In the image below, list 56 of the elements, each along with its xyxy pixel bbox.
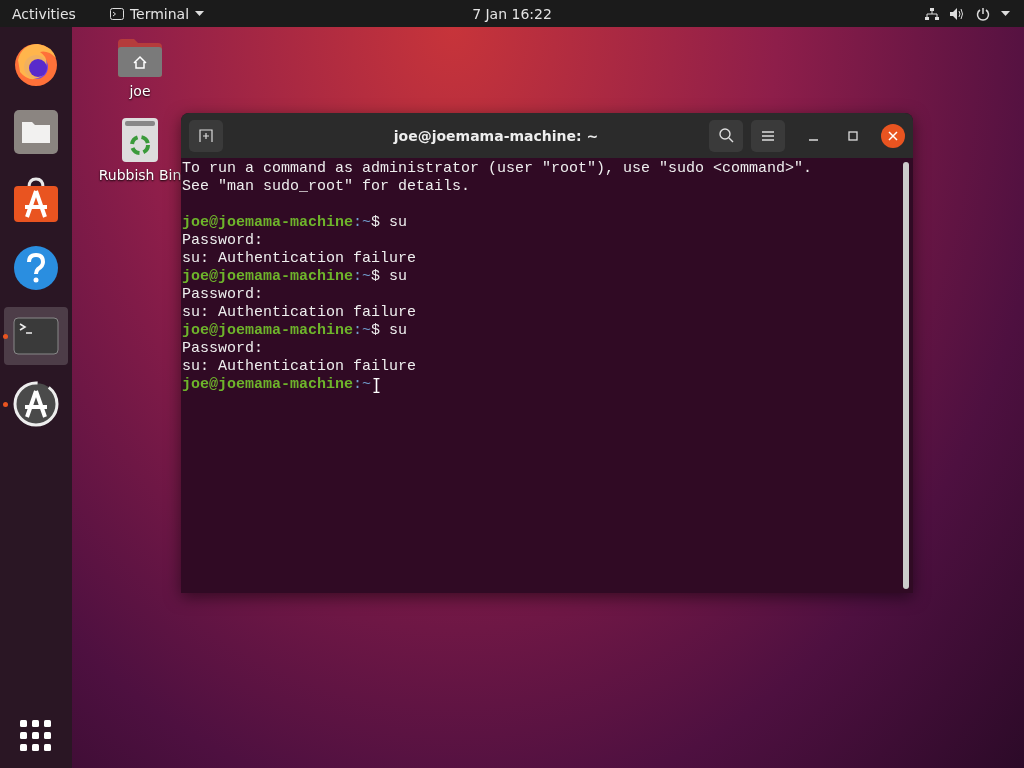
prompt-path: :~ bbox=[353, 214, 372, 232]
search-button[interactable] bbox=[709, 119, 743, 152]
command-text: su bbox=[389, 214, 408, 232]
network-icon[interactable] bbox=[925, 6, 939, 21]
output-line: su: Authentication failure bbox=[182, 304, 418, 322]
home-folder-icon[interactable] bbox=[116, 37, 164, 79]
new-tab-icon bbox=[199, 128, 213, 143]
output-line: Password: bbox=[182, 286, 264, 304]
window-title: joe@joemama-machine: ~ bbox=[392, 127, 600, 144]
command-text: su bbox=[389, 322, 408, 340]
prompt-user-host: joe@joemama-machine bbox=[182, 214, 354, 232]
running-indicator bbox=[3, 402, 8, 407]
output-line: su: Authentication failure bbox=[182, 250, 418, 268]
output-line: See "man sudo_root" for details. bbox=[182, 178, 472, 196]
prompt-path: :~ bbox=[353, 376, 372, 394]
command-text: su bbox=[389, 268, 408, 286]
clock[interactable]: 7 Jan 16:22 bbox=[472, 5, 552, 22]
app-menu[interactable]: Terminal bbox=[109, 5, 205, 22]
prompt-user-host: joe@joemama-machine bbox=[182, 376, 354, 394]
close-icon bbox=[888, 130, 898, 141]
terminal-icon bbox=[13, 317, 59, 355]
prompt-symbol: $ bbox=[371, 322, 381, 340]
desktop-icon-label[interactable]: Rubbish Bin bbox=[98, 167, 182, 183]
menu-icon bbox=[762, 130, 774, 141]
desktop-icon-label[interactable]: joe bbox=[129, 83, 151, 99]
activities-button[interactable]: Activities bbox=[0, 5, 88, 22]
search-icon bbox=[718, 128, 734, 143]
recycle-bin-icon[interactable] bbox=[121, 117, 159, 163]
scrollbar[interactable] bbox=[903, 162, 909, 589]
prompt-user-host: joe@joemama-machine bbox=[182, 322, 354, 340]
prompt-path: :~ bbox=[353, 322, 372, 340]
shopping-bag-icon bbox=[13, 177, 59, 223]
maximize-icon bbox=[848, 130, 858, 141]
folder-icon bbox=[13, 109, 59, 155]
text-cursor-icon bbox=[373, 377, 381, 393]
app-grid-icon[interactable] bbox=[20, 720, 52, 752]
help-icon bbox=[13, 245, 59, 291]
prompt-symbol: $ bbox=[371, 268, 381, 286]
minimize-icon bbox=[808, 138, 818, 141]
output-line: su: Authentication failure bbox=[182, 358, 418, 376]
running-indicator bbox=[3, 334, 8, 339]
caret-icon[interactable] bbox=[1001, 10, 1010, 17]
prompt-path: :~ bbox=[353, 268, 372, 286]
terminal-icon bbox=[109, 7, 124, 20]
prompt-symbol: $ bbox=[371, 214, 381, 232]
power-icon[interactable] bbox=[976, 6, 990, 21]
menu-button[interactable] bbox=[751, 119, 785, 152]
software-update-icon bbox=[13, 381, 59, 427]
volume-icon[interactable] bbox=[950, 6, 965, 21]
output-line: Password: bbox=[182, 340, 264, 358]
caret-icon bbox=[195, 10, 205, 17]
prompt-user-host: joe@joemama-machine bbox=[182, 268, 354, 286]
output-line: To run a command as administrator (user "root"), use "sudo <command>". bbox=[182, 160, 814, 178]
new-tab-button[interactable] bbox=[189, 119, 223, 152]
output-line: Password: bbox=[182, 232, 264, 250]
close-button[interactable] bbox=[881, 123, 905, 148]
